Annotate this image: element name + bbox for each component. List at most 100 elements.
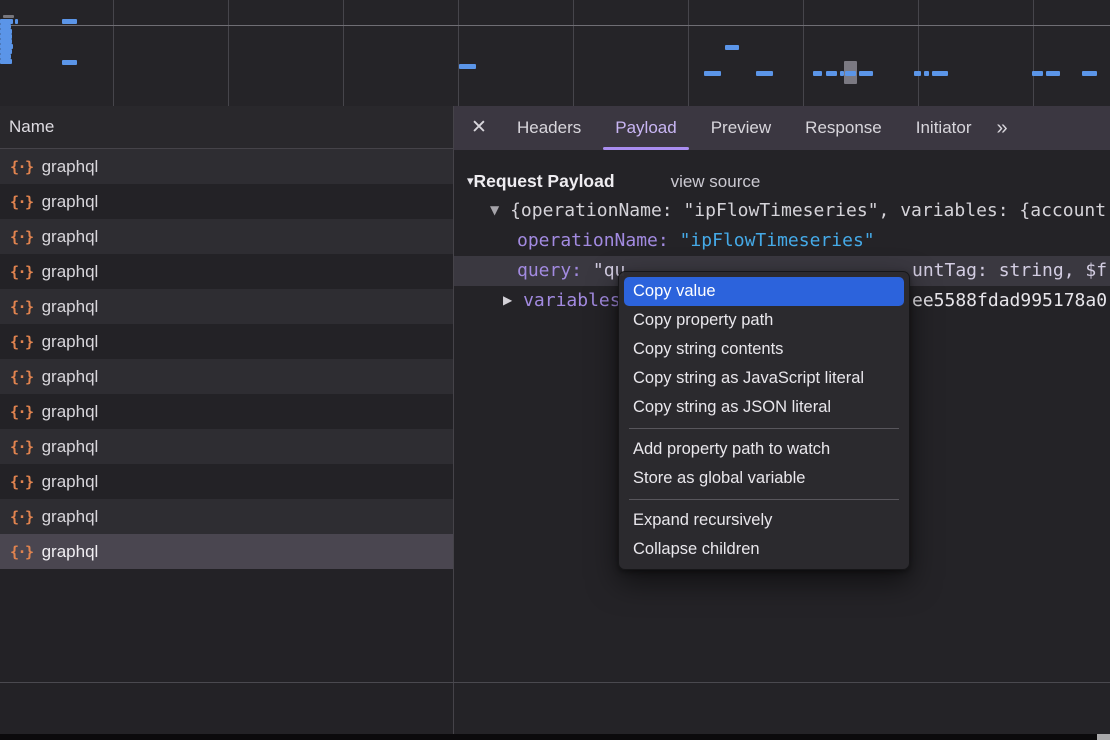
json-braces-icon: {·} — [10, 263, 33, 281]
request-name: graphql — [42, 157, 99, 177]
context-menu-item-add-property-path-to-watch[interactable]: Add property path to watch — [624, 435, 904, 464]
timeline-request-bar — [0, 59, 12, 64]
context-menu-item-expand-recursively[interactable]: Expand recursively — [624, 506, 904, 535]
name-column-label: Name — [9, 117, 54, 136]
request-name: graphql — [42, 402, 99, 422]
network-request-row[interactable]: {·} graphql — [0, 219, 453, 254]
context-menu-item-copy-string-as-javascript-literal[interactable]: Copy string as JavaScript literal — [624, 364, 904, 393]
timeline-request-bar — [756, 71, 773, 76]
query-key: query: — [517, 260, 582, 281]
payload-preview-row[interactable]: ▼ {operationName: "ipFlowTimeseries", va… — [454, 196, 1110, 226]
context-menu-item-store-as-global-variable[interactable]: Store as global variable — [624, 464, 904, 493]
json-braces-icon: {·} — [10, 473, 33, 491]
network-request-list-panel: Name {·}graphql{·}graphql{·}graphql{·}gr… — [0, 106, 454, 740]
tab-preview[interactable]: Preview — [694, 106, 788, 150]
context-menu-item-copy-string-as-json-literal[interactable]: Copy string as JSON literal — [624, 393, 904, 422]
json-braces-icon: {·} — [10, 298, 33, 316]
network-request-row[interactable]: {·}graphql — [0, 499, 453, 534]
context-menu-separator — [629, 499, 899, 500]
details-tab-bar: ✕ HeadersPayloadPreviewResponseInitiator… — [454, 106, 1110, 150]
timeline-request-bar — [914, 71, 921, 76]
context-menu-item-collapse-children[interactable]: Collapse children — [624, 535, 904, 564]
timeline-request-bar — [459, 64, 476, 69]
context-menu-item-copy-value[interactable]: Copy value — [624, 277, 904, 306]
network-request-row[interactable]: {·} graphql — [0, 394, 453, 429]
timeline-gridline — [573, 0, 574, 106]
tab-response[interactable]: Response — [788, 106, 899, 150]
json-braces-icon: {·} — [10, 193, 33, 211]
tab-headers[interactable]: Headers — [500, 106, 598, 150]
expander-down-icon[interactable]: ▼ — [490, 203, 499, 217]
context-menu-item-copy-string-contents[interactable]: Copy string contents — [624, 335, 904, 364]
timeline-gridline — [343, 0, 344, 106]
timeline-request-bar — [725, 45, 739, 50]
tab-payload[interactable]: Payload — [598, 106, 693, 150]
operation-name-key: operationName: — [517, 230, 669, 251]
timeline-request-bar — [62, 19, 77, 24]
timeline-gridline — [113, 0, 114, 106]
timeline-request-bar — [1032, 71, 1043, 76]
tabs: HeadersPayloadPreviewResponseInitiator — [500, 106, 988, 150]
network-request-row[interactable]: {·} graphql — [0, 289, 453, 324]
timeline-gridline — [1033, 0, 1034, 106]
operation-name-row[interactable]: operationName: "ipFlowTimeseries" — [454, 226, 1110, 256]
json-braces-icon: {·} — [10, 228, 33, 246]
context-menu-separator — [629, 428, 899, 429]
variables-key: variables — [523, 290, 621, 311]
timeline-gridline — [918, 0, 919, 106]
request-name: graphql — [42, 297, 99, 317]
network-request-row[interactable]: {·}graphql — [0, 324, 453, 359]
network-request-row[interactable]: {·} graphql — [0, 464, 453, 499]
tab-initiator[interactable]: Initiator — [899, 106, 989, 150]
request-name: graphql — [42, 262, 99, 282]
timeline-request-bar — [1082, 71, 1097, 76]
context-menu-item-copy-property-path[interactable]: Copy property path — [624, 306, 904, 335]
network-overview-timeline[interactable] — [0, 0, 1110, 107]
json-braces-icon: {·} — [10, 403, 33, 421]
timeline-request-bar — [845, 71, 856, 76]
timeline-gridline — [458, 0, 459, 106]
name-column-header[interactable]: Name — [0, 106, 453, 149]
network-request-row[interactable]: {·}graphql — [0, 359, 453, 394]
window-bottom-edge — [0, 734, 1110, 740]
view-source-link[interactable]: view source — [671, 172, 761, 191]
request-name: graphql — [42, 192, 99, 212]
json-braces-icon: {·} — [10, 438, 33, 456]
timeline-request-bar — [932, 71, 948, 76]
network-request-row[interactable]: {·}graphql — [0, 534, 453, 569]
network-request-row[interactable]: {·} graphql — [0, 254, 453, 289]
collapse-triangle-icon[interactable]: ▾ — [467, 173, 474, 188]
operation-name-value: "ipFlowTimeseries" — [680, 230, 875, 251]
json-braces-icon: {·} — [10, 543, 33, 561]
network-request-row[interactable]: {·} graphql — [0, 184, 453, 219]
request-payload-title: Request Payload — [474, 171, 615, 191]
timeline-request-bar — [859, 71, 873, 76]
json-braces-icon: {·} — [10, 333, 33, 351]
timeline-request-bar — [62, 60, 77, 65]
request-name: graphql — [42, 437, 99, 457]
request-list: {·} graphql {·} graphql {·} graphql {·} graphql… — [0, 149, 453, 569]
json-braces-icon: {·} — [10, 158, 33, 176]
timeline-request-bar — [826, 71, 837, 76]
network-request-row[interactable]: {·} graphql — [0, 429, 453, 464]
more-tabs-icon[interactable]: » — [996, 117, 1005, 140]
request-payload-section-header: ▾Request Payload view source — [454, 167, 1110, 196]
timeline-row-divider — [0, 25, 1110, 26]
timeline-gridline — [803, 0, 804, 106]
payload-preview-text: {operationName: "ipFlowTimeseries", vari… — [510, 200, 1106, 221]
close-icon[interactable]: ✕ — [466, 115, 492, 141]
window-corner — [1097, 734, 1110, 740]
network-request-row[interactable]: {·} graphql — [0, 149, 453, 184]
timeline-request-bar — [3, 15, 14, 18]
table-footer-divider — [0, 682, 1110, 683]
timeline-request-bar — [1046, 71, 1060, 76]
query-value-right-fragment: untTag: string, $f — [912, 256, 1107, 286]
timeline-gridline — [688, 0, 689, 106]
expander-right-icon[interactable]: ▶ — [503, 293, 512, 307]
context-menu: Copy valueCopy property pathCopy string … — [618, 271, 910, 570]
request-name: graphql — [42, 227, 99, 247]
request-name: graphql — [42, 472, 99, 492]
request-name: graphql — [42, 367, 99, 387]
timeline-request-bar — [704, 71, 721, 76]
variables-value-right-fragment: ee5588fdad995178a0 — [912, 286, 1107, 316]
